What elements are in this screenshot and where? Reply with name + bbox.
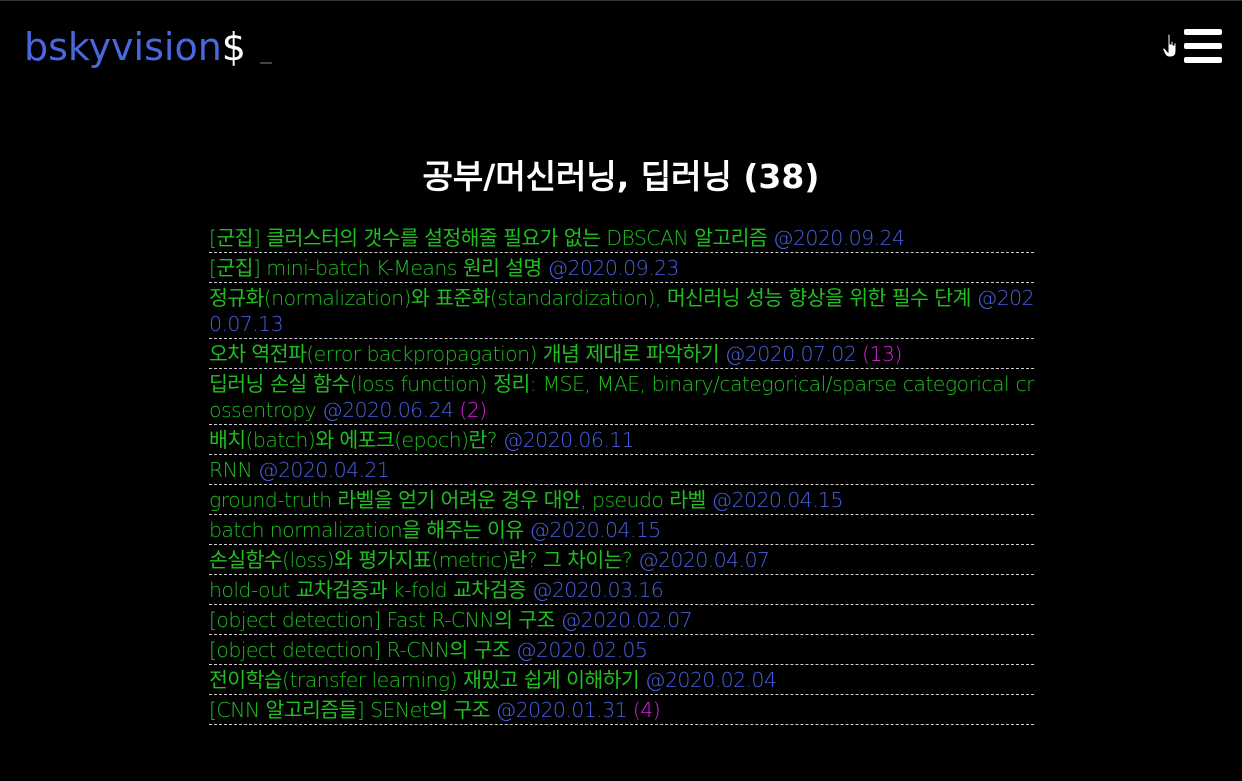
post-title-link[interactable]: batch normalization을 해주는 이유 [209,518,524,542]
post-date: @2020.03.16 [531,578,664,602]
post-title-link[interactable]: [CNN 알고리즘들] SENet의 구조 [209,698,490,722]
post-date: @2020.07.02 [724,342,857,366]
post-title-link[interactable]: [object detection] R-CNN의 구조 [209,638,511,662]
hand-pointer-icon [1162,33,1177,58]
post-list-item[interactable]: 정규화(normalization)와 표준화(standardization)… [209,283,1035,339]
post-title-link[interactable]: 정규화(normalization)와 표준화(standardization)… [209,286,971,310]
post-list-item[interactable]: RNN @2020.04.21 [209,455,1034,485]
post-date: @2020.02.05 [516,638,648,662]
logo-symbol: $ [221,25,246,69]
category-title: 공부/머신러닝, 딥러닝 (38) [422,157,820,196]
comment-count[interactable]: (13) [862,342,902,366]
post-list-item[interactable]: [군집] 클러스터의 갯수를 설정해줄 필요가 없는 DBSCAN 알고리즘 @… [209,223,1034,253]
post-date: @2020.06.24 [322,398,454,422]
post-title-link[interactable]: 전이학습(transfer learning) 재밌고 쉽게 이해하기 [209,668,640,692]
hamburger-icon [1184,29,1222,63]
menu-button[interactable] [1162,27,1222,67]
post-date: @2020.06.11 [502,428,635,452]
post-title-link[interactable]: [군집] mini-batch K-Means 원리 설명 [209,256,542,280]
post-list-item[interactable]: ground-truth 라벨을 얻기 어려운 경우 대안, pseudo 라벨… [209,485,1034,515]
post-list-item[interactable]: hold-out 교차검증과 k-fold 교차검증 @2020.03.16 [209,575,1034,605]
post-list: [군집] 클러스터의 갯수를 설정해줄 필요가 없는 DBSCAN 알고리즘 @… [209,223,1035,725]
post-list-item[interactable]: 딥러닝 손실 함수(loss function) 정리: MSE, MAE, b… [209,369,1035,425]
post-list-item[interactable]: batch normalization을 해주는 이유 @2020.04.15 [209,515,1034,545]
post-list-item[interactable]: [object detection] Fast R-CNN의 구조 @2020.… [209,605,1034,635]
post-list-item[interactable]: [object detection] R-CNN의 구조 @2020.02.05 [209,635,1034,665]
post-date: @2020.01.31 [495,698,628,722]
post-list-item[interactable]: 손실함수(loss)와 평가지표(metric)란? 그 차이는? @2020.… [209,545,1034,575]
post-title-link[interactable]: RNN [209,458,253,482]
post-title-link[interactable]: [군집] 클러스터의 갯수를 설정해줄 필요가 없는 DBSCAN 알고리즘 [209,226,768,250]
post-date: @2020.09.23 [547,256,680,280]
site-header: bskyvision$ [0,1,1242,101]
comment-count[interactable]: (2) [459,398,487,422]
post-date: @2020.09.24 [773,226,905,250]
blinking-cursor [259,62,272,64]
post-title-link[interactable]: 배치(batch)와 에포크(epoch)란? [209,428,498,452]
post-date: @2020.02.04 [645,668,777,692]
post-date: @2020.04.15 [529,518,661,542]
post-date: @2020.04.21 [258,458,390,482]
post-date: @2020.04.15 [711,488,844,512]
post-title-link[interactable]: ground-truth 라벨을 얻기 어려운 경우 대안, pseudo 라벨 [209,488,706,512]
post-list-item[interactable]: 배치(batch)와 에포크(epoch)란? @2020.06.11 [209,425,1034,455]
post-title-link[interactable]: 오차 역전파(error backpropagation) 개념 제대로 파악하… [209,342,720,366]
post-list-item[interactable]: [CNN 알고리즘들] SENet의 구조 @2020.01.31 (4) [209,695,1034,725]
post-title-link[interactable]: 손실함수(loss)와 평가지표(metric)란? 그 차이는? [209,548,633,572]
post-list-item[interactable]: [군집] mini-batch K-Means 원리 설명 @2020.09.2… [209,253,1034,283]
post-date: @2020.02.07 [560,608,693,632]
post-list-item[interactable]: 전이학습(transfer learning) 재밌고 쉽게 이해하기 @202… [209,665,1034,695]
logo-name: bskyvision [24,25,222,69]
comment-count[interactable]: (4) [633,698,661,722]
post-list-item[interactable]: 오차 역전파(error backpropagation) 개념 제대로 파악하… [209,339,1034,369]
post-title-link[interactable]: hold-out 교차검증과 k-fold 교차검증 [209,578,527,602]
site-logo[interactable]: bskyvision$ [24,23,272,71]
post-date: @2020.04.07 [638,548,770,572]
post-title-link[interactable]: [object detection] Fast R-CNN의 구조 [209,608,555,632]
